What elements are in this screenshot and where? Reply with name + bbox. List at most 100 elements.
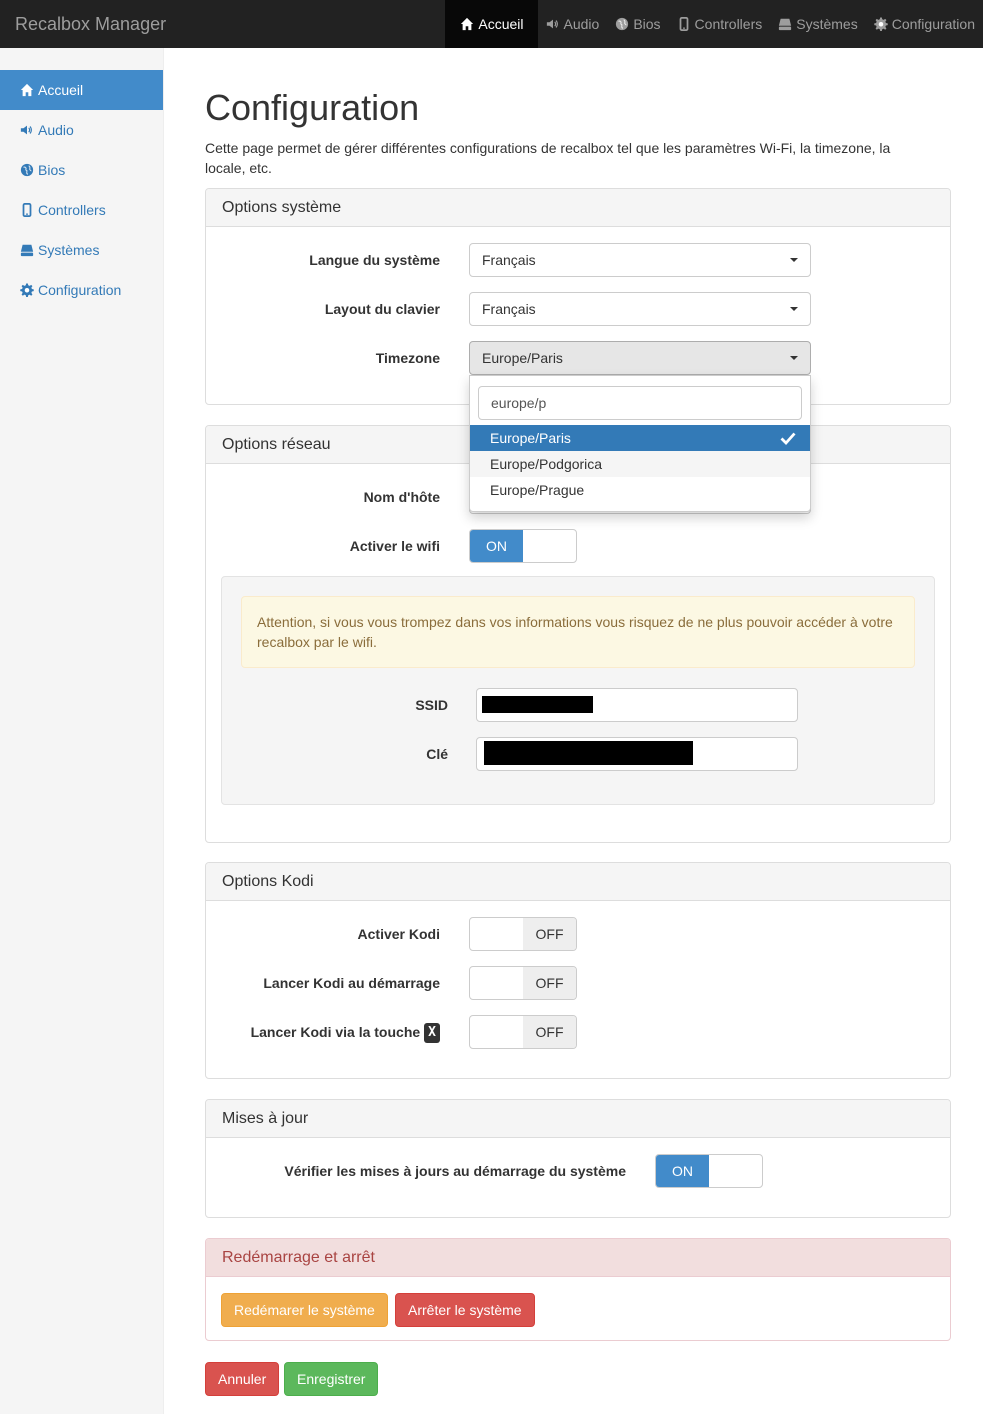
option-label: Europe/Podgorica — [490, 456, 603, 472]
option-label: Europe/Paris — [490, 430, 571, 446]
wifi-warning-alert: Attention, si vous vous trompez dans vos… — [241, 596, 915, 668]
timezone-dropdown: europe/p Europe/Paris Europe/Podgorica E… — [469, 375, 811, 512]
top-nav: Accueil Audio Bios Controllers Systèmes … — [445, 0, 983, 48]
panel-heading: Redémarrage et arrêt — [206, 1239, 950, 1277]
toggle-blank — [709, 1155, 762, 1187]
sidebar-item-configuration[interactable]: Configuration — [0, 270, 163, 310]
key-label: Clé — [426, 746, 448, 762]
keyboard-row: Layout du clavier Français — [206, 292, 950, 326]
sidebar-item-systemes[interactable]: Systèmes — [0, 230, 163, 270]
toggle-blank — [523, 530, 576, 562]
timezone-search-input[interactable]: europe/p — [478, 386, 802, 420]
option-label: Europe/Prague — [490, 482, 585, 498]
nav-systemes[interactable]: Systèmes — [770, 0, 865, 48]
timezone-row: Timezone Europe/Paris — [206, 341, 950, 375]
globe-icon — [20, 163, 34, 177]
toggle-off: OFF — [523, 918, 576, 950]
caret-down-icon — [790, 356, 798, 360]
page-title: Configuration — [205, 87, 420, 128]
toggle-off: OFF — [523, 1016, 576, 1048]
sidebar-item-bios[interactable]: Bios — [0, 150, 163, 190]
nav-accueil[interactable]: Accueil — [445, 0, 538, 48]
wifi-toggle[interactable]: ON — [469, 529, 577, 563]
gear-icon — [874, 17, 888, 31]
nav-label: Bios — [633, 16, 661, 32]
nav-configuration[interactable]: Configuration — [866, 0, 983, 48]
nav-label: Accueil — [478, 16, 524, 32]
nav-bios[interactable]: Bios — [607, 0, 668, 48]
hdd-icon — [778, 17, 792, 31]
hostname-label: Nom d'hôte — [363, 489, 440, 505]
globe-icon — [615, 17, 629, 31]
redacted-block — [484, 741, 693, 765]
kodi-enable-label: Activer Kodi — [357, 926, 440, 942]
system-options-panel: Options système Langue du système França… — [205, 188, 951, 405]
volume-icon — [546, 17, 560, 31]
kodi-startup-toggle[interactable]: OFF — [469, 966, 577, 1000]
cancel-button[interactable]: Annuler — [205, 1362, 280, 1396]
redacted-block — [482, 696, 593, 713]
home-icon — [20, 83, 34, 97]
ssid-input[interactable] — [476, 688, 798, 722]
caret-down-icon — [790, 258, 798, 262]
wifi-settings-well: Attention, si vous vous trompez dans vos… — [221, 576, 935, 805]
update-check-toggle[interactable]: ON — [655, 1154, 763, 1188]
language-row: Langue du système Français — [206, 243, 950, 277]
toggle-blank — [470, 1016, 523, 1048]
sidebar-item-audio[interactable]: Audio — [0, 110, 163, 150]
home-icon — [460, 17, 474, 31]
timezone-option-europe-paris[interactable]: Europe/Paris — [470, 425, 810, 451]
kodi-startup-label: Lancer Kodi au démarrage — [263, 975, 440, 991]
nav-label: Systèmes — [796, 16, 858, 32]
nav-controllers[interactable]: Controllers — [669, 0, 771, 48]
caret-down-icon — [790, 307, 798, 311]
kodi-enable-row: Activer Kodi OFF — [206, 917, 950, 951]
timezone-option-europe-prague[interactable]: Europe/Prague — [470, 477, 810, 503]
nav-label: Audio — [563, 16, 600, 32]
toggle-on: ON — [470, 530, 523, 562]
reboot-button[interactable]: Redémarer le système — [221, 1293, 388, 1327]
gear-icon — [20, 283, 34, 297]
keyboard-label: Layout du clavier — [324, 301, 440, 317]
key-row: Clé — [222, 737, 936, 771]
sidebar-item-label: Configuration — [38, 282, 122, 298]
kodi-button-label: Lancer Kodi via la touche X — [251, 1015, 440, 1049]
key-input[interactable] — [476, 737, 798, 771]
update-check-label: Vérifier les mises à jours au démarrage … — [284, 1163, 626, 1179]
brand-title[interactable]: Recalbox Manager — [15, 0, 166, 48]
kodi-button-toggle[interactable]: OFF — [469, 1015, 577, 1049]
x-key-badge: X — [424, 1023, 440, 1044]
sidebar: Accueil Audio Bios Controllers Systèmes … — [0, 48, 164, 1414]
nav-label: Controllers — [694, 16, 763, 32]
checkmark-icon — [780, 432, 796, 446]
save-button[interactable]: Enregistrer — [284, 1362, 379, 1396]
language-value: Français — [482, 252, 536, 268]
kodi-button-row: Lancer Kodi via la touche X OFF — [206, 1015, 950, 1049]
toggle-off: OFF — [523, 967, 576, 999]
toggle-on: ON — [656, 1155, 709, 1187]
language-label: Langue du système — [309, 252, 440, 268]
phone-icon — [677, 17, 691, 31]
timezone-label: Timezone — [375, 350, 440, 366]
wifi-label: Activer le wifi — [349, 538, 440, 554]
keyboard-select[interactable]: Français — [469, 292, 811, 326]
wifi-row: Activer le wifi ON — [206, 529, 950, 563]
page-intro: Cette page permet de gérer différentes c… — [205, 140, 891, 176]
timezone-option-europe-podgorica[interactable]: Europe/Podgorica — [470, 451, 810, 477]
kodi-enable-toggle[interactable]: OFF — [469, 917, 577, 951]
sidebar-item-label: Audio — [38, 122, 74, 138]
timezone-value: Europe/Paris — [482, 350, 563, 366]
nav-audio[interactable]: Audio — [538, 0, 608, 48]
updates-panel: Mises à jour Vérifier les mises à jours … — [205, 1099, 951, 1218]
shutdown-button[interactable]: Arrêter le système — [395, 1293, 535, 1327]
toggle-blank — [470, 967, 523, 999]
sidebar-item-controllers[interactable]: Controllers — [0, 190, 163, 230]
kodi-startup-row: Lancer Kodi au démarrage OFF — [206, 966, 950, 1000]
power-panel: Redémarrage et arrêt Redémarer le systèm… — [205, 1238, 951, 1341]
panel-heading: Mises à jour — [206, 1100, 950, 1138]
language-select[interactable]: Français — [469, 243, 811, 277]
sidebar-item-accueil[interactable]: Accueil — [0, 70, 163, 110]
sidebar-item-label: Accueil — [38, 82, 84, 98]
timezone-select[interactable]: Europe/Paris — [469, 341, 811, 375]
top-navbar: Recalbox Manager Accueil Audio Bios Cont… — [0, 0, 983, 48]
